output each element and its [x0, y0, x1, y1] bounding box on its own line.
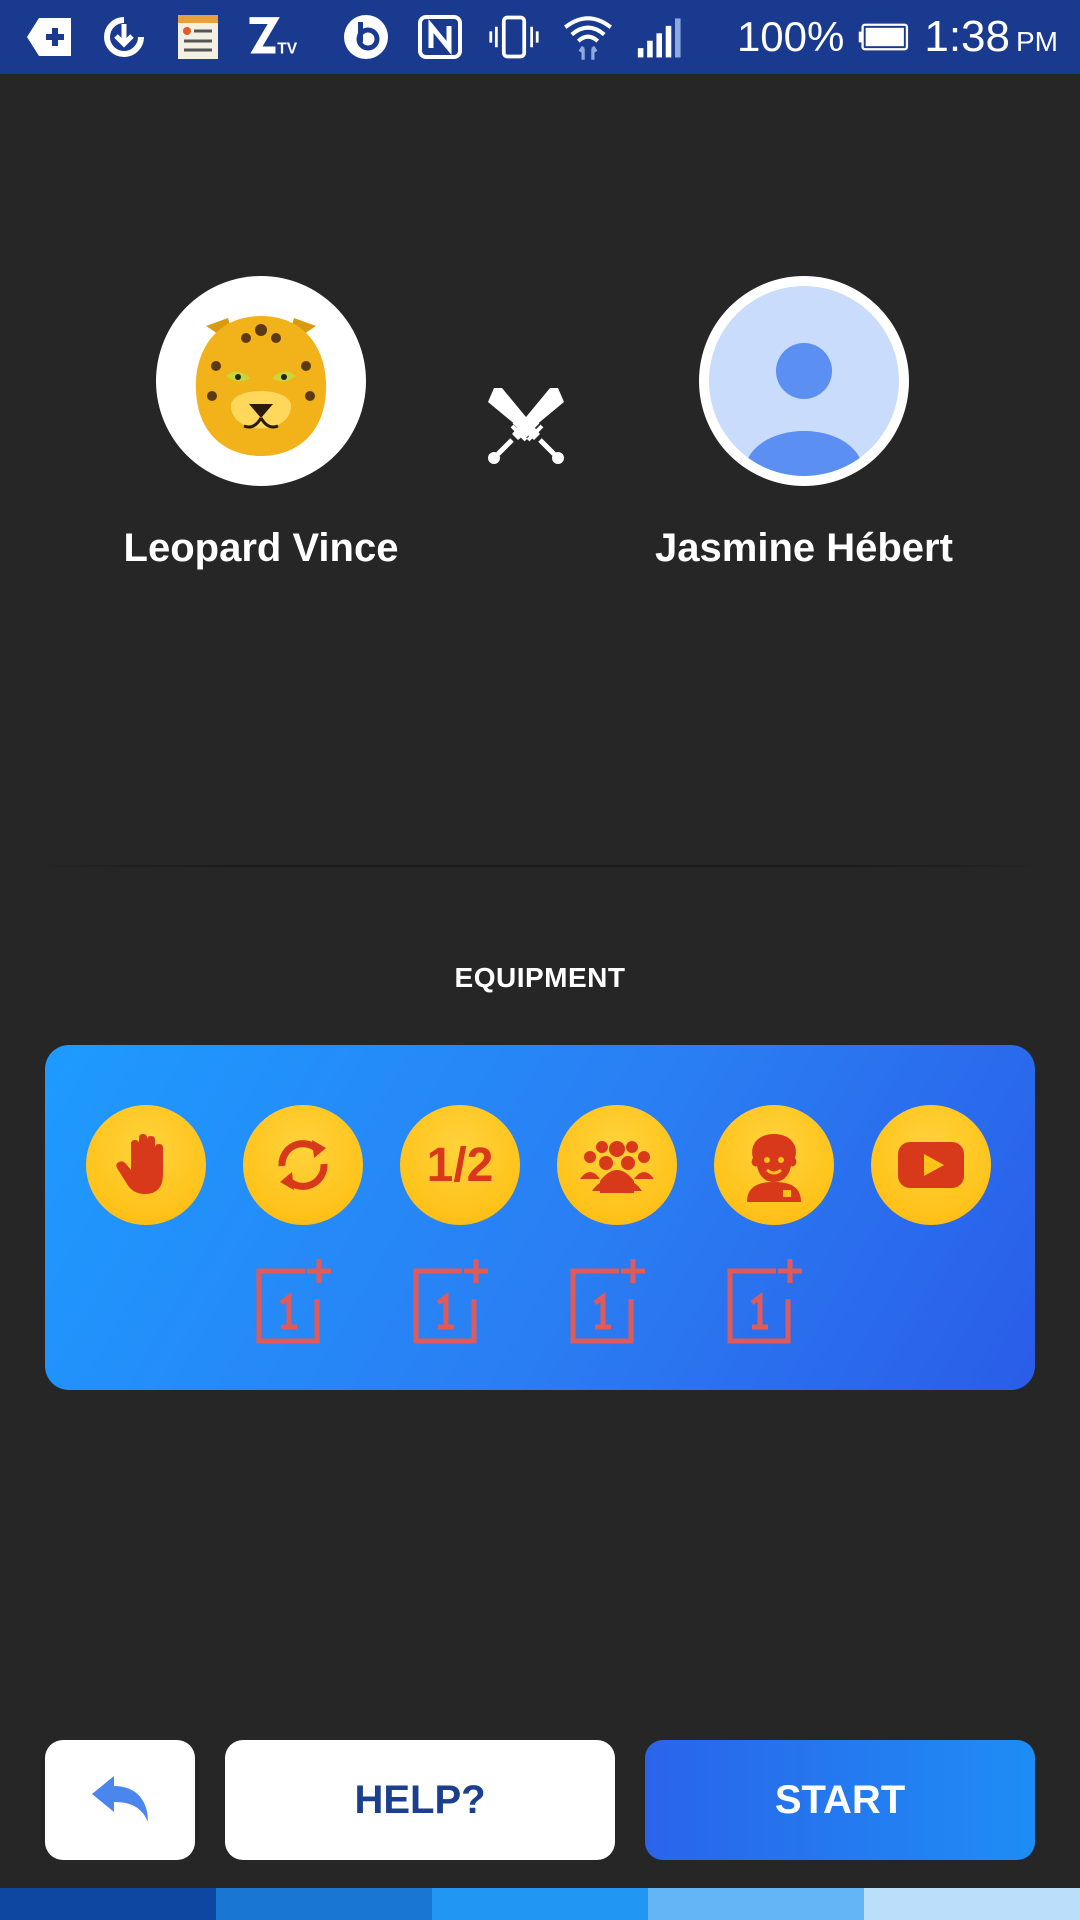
powerup-video[interactable]	[871, 1105, 991, 1225]
bottom-color-strip	[0, 1888, 1080, 1920]
section-divider	[30, 865, 1050, 867]
help-button[interactable]: HELP?	[225, 1740, 615, 1860]
signal-icon	[636, 13, 688, 61]
start-button[interactable]: START	[645, 1740, 1035, 1860]
plus-one-slot[interactable]	[412, 1255, 494, 1347]
default-user-avatar[interactable]	[699, 276, 909, 486]
status-bar: TV 100% 1:38 PM	[0, 0, 1080, 74]
powerup-crowd[interactable]	[557, 1105, 677, 1225]
plus-one-slot[interactable]	[569, 1255, 651, 1347]
strip-segment	[864, 1888, 1080, 1920]
player-two-name: Jasmine Hébert	[655, 526, 953, 570]
powerup-row: 1/2	[86, 1105, 991, 1225]
back-button[interactable]	[45, 1740, 195, 1860]
powerup-stop[interactable]	[86, 1105, 206, 1225]
clock-time: 1:38	[924, 12, 1010, 61]
tasks-icon	[172, 13, 224, 61]
battery-icon	[858, 13, 910, 61]
person-icon	[747, 1134, 801, 1202]
refresh-icon	[278, 1140, 328, 1190]
strip-segment	[216, 1888, 432, 1920]
slot-row	[255, 1255, 808, 1347]
battery-percent: 100%	[736, 13, 845, 60]
equipment-panel: 1/2	[45, 1045, 1035, 1390]
add-icon	[24, 13, 76, 61]
user-icon	[709, 286, 899, 476]
leopard-avatar[interactable]	[156, 276, 366, 486]
powerup-half[interactable]: 1/2	[400, 1105, 520, 1225]
sync-icon	[98, 13, 150, 61]
clock-ampm: PM	[1016, 26, 1058, 57]
beats-icon	[340, 13, 392, 61]
youtube-play-icon	[898, 1142, 964, 1188]
wifi-icon	[562, 13, 614, 61]
plus-one-slot[interactable]	[255, 1255, 337, 1347]
plus-one-slot[interactable]	[726, 1255, 808, 1347]
clock: 1:38 PM	[924, 12, 1058, 62]
svg-text:TV: TV	[277, 40, 298, 57]
reply-arrow-icon	[92, 1776, 148, 1822]
powerup-person[interactable]	[714, 1105, 834, 1225]
half-label: 1/2	[426, 1138, 494, 1192]
crossed-swords-icon	[484, 384, 568, 468]
strip-segment	[432, 1888, 648, 1920]
crowd-icon	[580, 1141, 654, 1193]
player-two: Jasmine Hébert	[634, 276, 974, 571]
powerup-refresh[interactable]	[243, 1105, 363, 1225]
player-one-name: Leopard Vince	[123, 526, 399, 570]
vibrate-icon	[488, 13, 540, 61]
player-one: Leopard Vince	[91, 276, 431, 571]
strip-segment	[0, 1888, 216, 1920]
strip-segment	[648, 1888, 864, 1920]
ztv-icon: TV	[246, 13, 298, 61]
nfc-icon	[414, 13, 466, 61]
equipment-title: EQUIPMENT	[454, 962, 626, 993]
hand-stop-icon	[116, 1134, 163, 1194]
leopard-face-icon	[195, 316, 327, 456]
